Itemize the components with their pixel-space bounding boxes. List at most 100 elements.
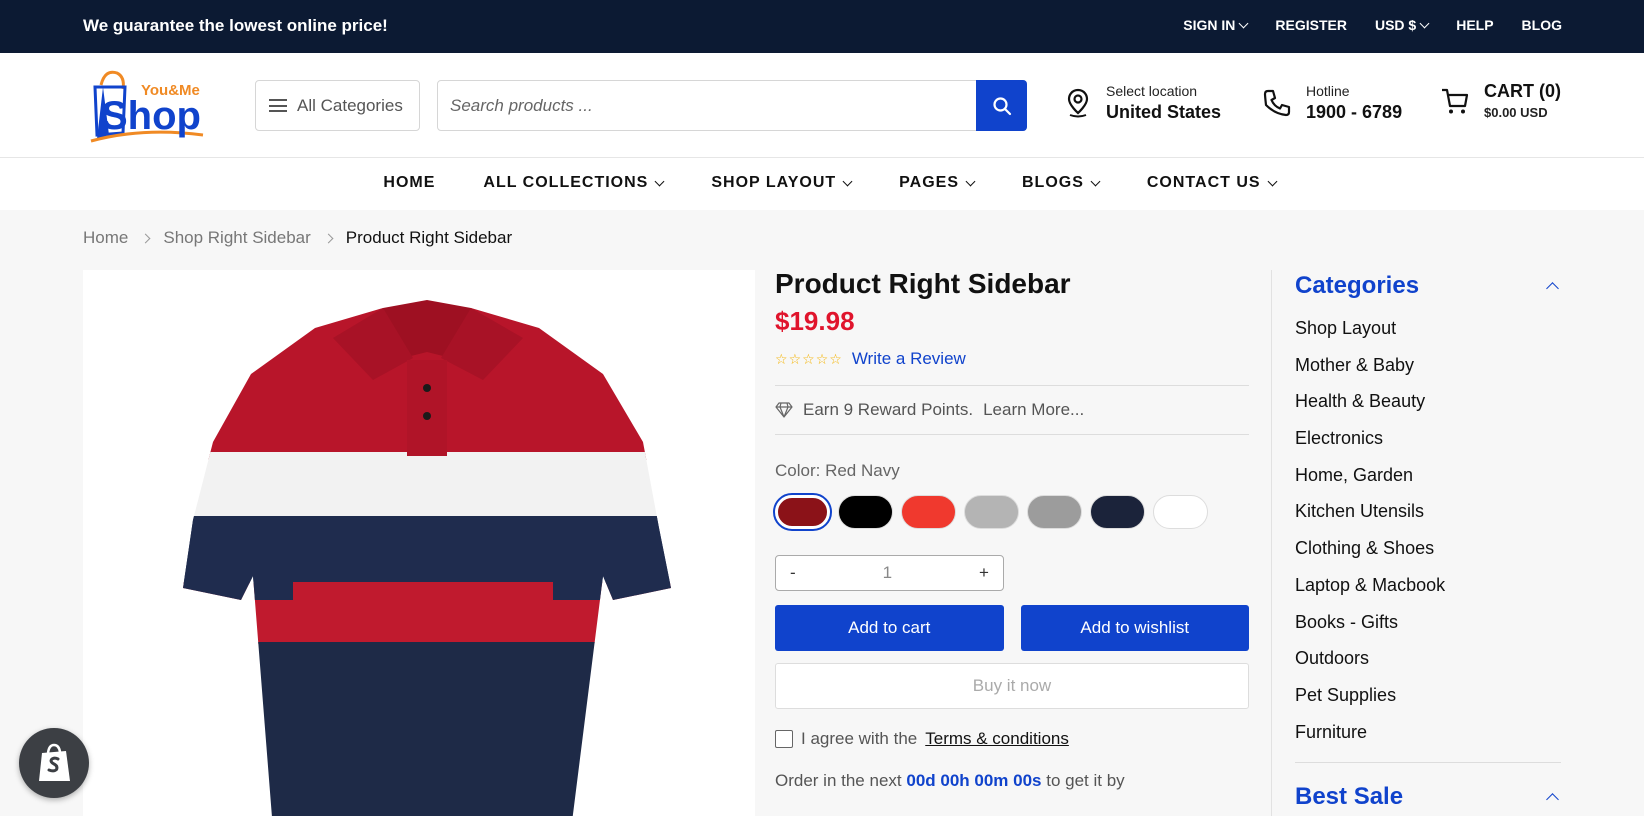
category-item[interactable]: Pet Supplies: [1295, 685, 1561, 722]
top-bar: We guarantee the lowest online price! SI…: [0, 0, 1644, 53]
chevron-down-icon: [1419, 18, 1430, 28]
nav-home-label: HOME: [383, 174, 436, 191]
add-to-wishlist-button[interactable]: Add to wishlist: [1020, 605, 1249, 651]
terms-checkbox[interactable]: [775, 730, 793, 748]
category-item[interactable]: Kitchen Utensils: [1295, 501, 1561, 538]
order-prefix: Order in the next: [775, 771, 902, 790]
swatch-navy[interactable]: [1090, 495, 1145, 529]
add-to-cart-button[interactable]: Add to cart: [775, 605, 1004, 651]
agree-text: I agree with the: [801, 729, 918, 748]
nav-all-collections[interactable]: ALL COLLECTIONS: [483, 174, 665, 192]
breadcrumb-shop-right-sidebar[interactable]: Shop Right Sidebar: [163, 228, 310, 248]
category-item[interactable]: Clothing & Shoes: [1295, 538, 1561, 575]
site-logo[interactable]: You&Me Shop: [83, 65, 218, 147]
nav-home[interactable]: HOME: [383, 174, 435, 192]
currency-selector[interactable]: USD $: [1374, 17, 1430, 33]
quantity-stepper: - 1 +: [775, 555, 1004, 591]
qty-input[interactable]: 1: [883, 563, 892, 583]
help-link[interactable]: HELP: [1456, 17, 1493, 33]
blog-link[interactable]: BLOG: [1522, 17, 1562, 33]
category-item[interactable]: Health & Beauty: [1295, 391, 1561, 428]
category-item[interactable]: Laptop & Macbook: [1295, 575, 1561, 612]
product-title: Product Right Sidebar: [775, 268, 1071, 299]
nav-all-collections-label: ALL COLLECTIONS: [483, 174, 649, 191]
chevron-down-icon: [965, 176, 976, 186]
categories-header[interactable]: Categories: [1295, 272, 1561, 300]
cart-button[interactable]: CART (0) $0.00 USD: [1440, 81, 1561, 120]
nav-pages[interactable]: PAGES: [899, 174, 976, 192]
swatch-red-navy[interactable]: [773, 493, 832, 531]
sign-in-link[interactable]: SIGN IN: [1183, 17, 1249, 33]
hotline: Hotline 1900 - 6789: [1262, 83, 1402, 123]
location-value: United States: [1106, 102, 1222, 122]
cart-icon: [1442, 88, 1469, 113]
color-label: Color: Red Navy: [775, 461, 900, 480]
cart-total: $0.00 USD: [1484, 105, 1548, 120]
currency-label: USD $: [1374, 17, 1417, 33]
breadcrumb: Home Shop Right Sidebar Product Right Si…: [83, 228, 512, 248]
shopify-bag-icon: [39, 743, 70, 781]
breadcrumb-home[interactable]: Home: [83, 228, 128, 248]
buy-it-now-button[interactable]: Buy it now: [775, 663, 1249, 709]
category-item[interactable]: Electronics: [1295, 428, 1561, 465]
reward-points: Earn 9 Reward Points. Learn More...: [775, 385, 1249, 435]
delivery-countdown: Order in the next 00d 00h 00m 00s to get…: [775, 771, 1249, 791]
chevron-down-icon: [1090, 176, 1101, 186]
location-selector[interactable]: Select location United States: [1064, 83, 1221, 123]
nav-contact-us-label: CONTACT US: [1146, 174, 1261, 191]
location-label: Select location: [1106, 83, 1198, 99]
shopify-badge[interactable]: [19, 728, 89, 798]
main-nav: HOME ALL COLLECTIONS SHOP LAYOUT PAGES B…: [0, 158, 1644, 210]
promo-text: We guarantee the lowest online price!: [83, 16, 388, 35]
star-outline-icon: ☆: [815, 350, 829, 367]
category-item[interactable]: Mother & Baby: [1295, 355, 1561, 392]
chevron-right-icon: [140, 233, 151, 243]
nav-pages-label: PAGES: [899, 174, 959, 191]
swatch-light-gray[interactable]: [964, 495, 1019, 529]
search-button[interactable]: [976, 80, 1027, 131]
hotline-number[interactable]: 1900 - 6789: [1306, 102, 1402, 123]
product-info: Product Right Sidebar $19.98 ☆ ☆ ☆ ☆ ☆ W…: [773, 268, 1249, 791]
chevron-down-icon: [842, 176, 853, 186]
chevron-right-icon: [323, 233, 334, 243]
cart-label: CART (0): [1484, 81, 1561, 101]
product-image[interactable]: [83, 270, 755, 816]
logo-main-text: Shop: [101, 94, 201, 138]
search-input[interactable]: [438, 81, 976, 130]
category-item[interactable]: Shop Layout: [1295, 318, 1561, 355]
swatch-black[interactable]: [838, 495, 893, 529]
category-item[interactable]: Outdoors: [1295, 648, 1561, 685]
category-item[interactable]: Books - Gifts: [1295, 612, 1561, 649]
category-item[interactable]: Home, Garden: [1295, 465, 1561, 502]
right-sidebar: Categories Shop Layout Mother & Baby Hea…: [1271, 270, 1561, 816]
write-review-link[interactable]: Write a Review: [852, 349, 966, 369]
swatch-gray[interactable]: [1027, 495, 1082, 529]
sign-in-label: SIGN IN: [1183, 17, 1236, 33]
qty-decrement-button[interactable]: -: [790, 563, 796, 583]
menu-icon: [269, 99, 287, 112]
swatch-white[interactable]: [1153, 495, 1208, 529]
breadcrumb-current: Product Right Sidebar: [345, 228, 513, 247]
terms-link[interactable]: Terms & conditions: [925, 729, 1069, 749]
nav-contact-us[interactable]: CONTACT US: [1146, 174, 1278, 192]
register-link[interactable]: REGISTER: [1275, 17, 1347, 33]
star-outline-icon: ☆: [829, 350, 842, 367]
chevron-up-icon: [1546, 282, 1559, 295]
nav-shop-layout-label: SHOP LAYOUT: [711, 174, 837, 191]
best-sale-header[interactable]: Best Sale: [1295, 783, 1561, 811]
learn-more-link[interactable]: Learn More...: [983, 400, 1084, 420]
swatch-red[interactable]: [901, 495, 956, 529]
category-item[interactable]: Furniture: [1295, 722, 1561, 759]
reward-text: Earn 9 Reward Points.: [803, 400, 974, 419]
qty-increment-button[interactable]: +: [979, 563, 989, 583]
rating-stars: ☆ ☆ ☆ ☆ ☆: [775, 351, 842, 368]
site-header: You&Me Shop All Categories Select locati…: [0, 53, 1644, 158]
chevron-up-icon: [1546, 793, 1559, 807]
countdown-timer: 00d 00h 00m 00s: [906, 771, 1042, 790]
nav-shop-layout[interactable]: SHOP LAYOUT: [711, 174, 853, 192]
nav-blogs[interactable]: BLOGS: [1022, 174, 1101, 192]
all-categories-button[interactable]: All Categories: [255, 80, 420, 131]
polo-shirt-image: [183, 300, 671, 816]
star-outline-icon: ☆: [802, 350, 815, 367]
review-row: ☆ ☆ ☆ ☆ ☆ Write a Review: [775, 349, 1249, 369]
